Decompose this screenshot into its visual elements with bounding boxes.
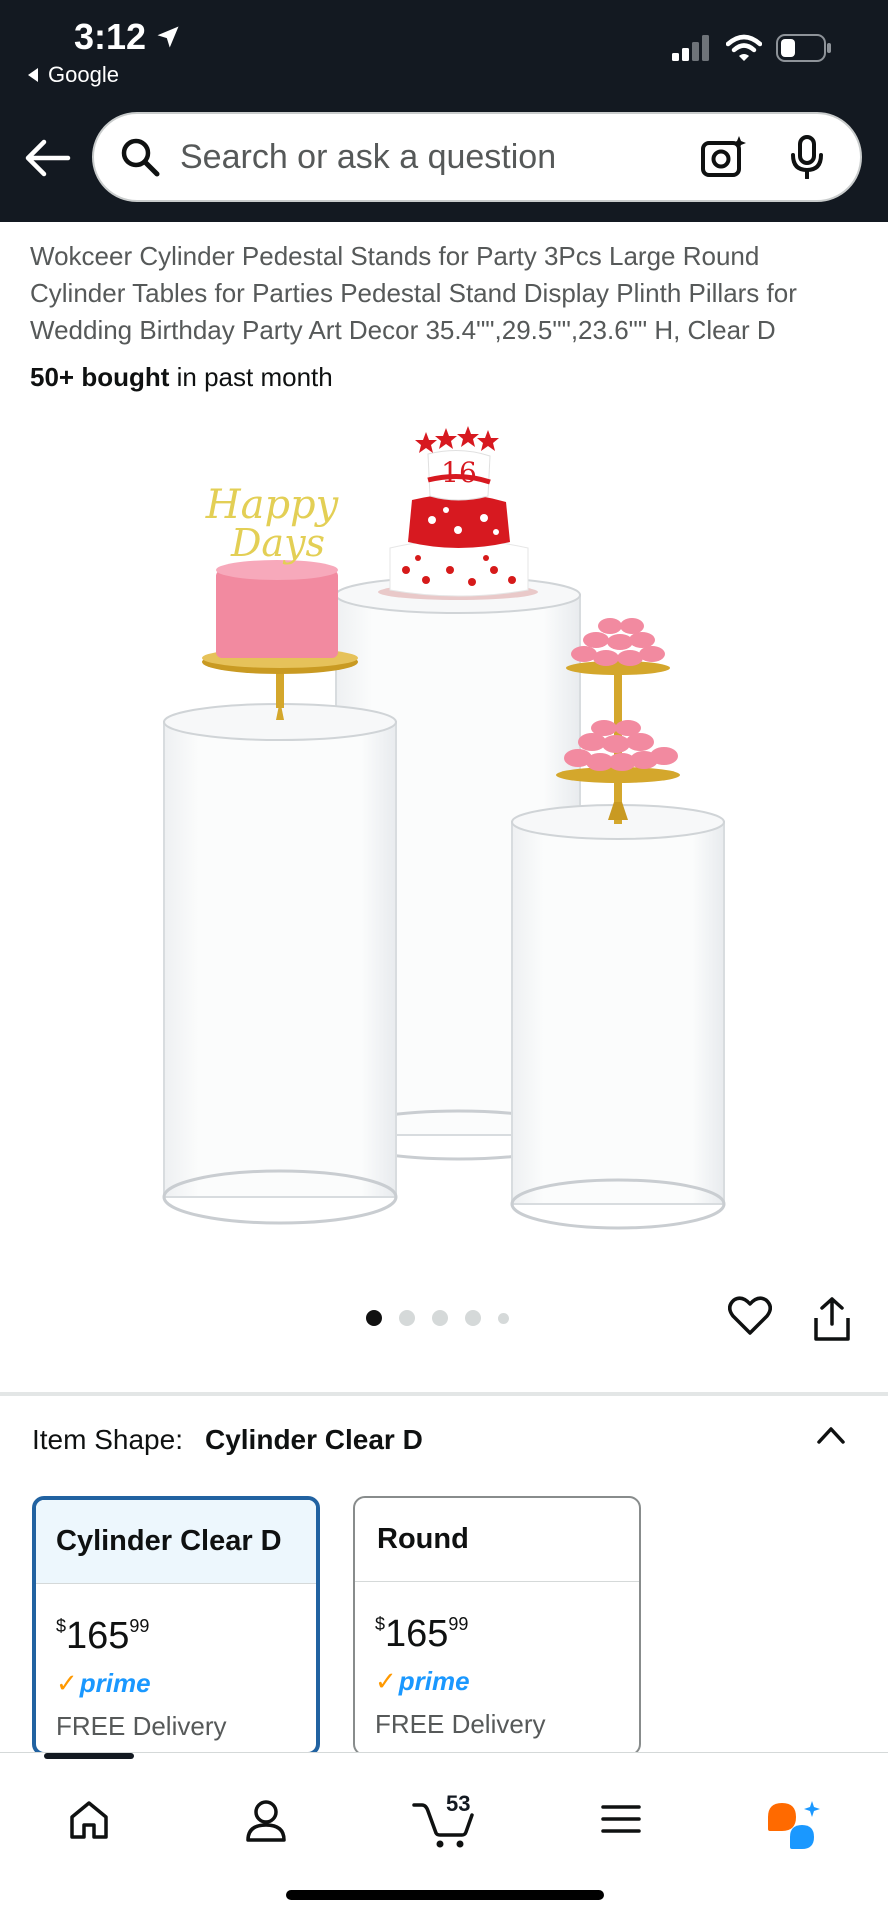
time-text: 3:12 [74, 16, 147, 57]
nav-menu[interactable] [600, 1799, 642, 1844]
svg-text:Days: Days [230, 521, 325, 565]
location-arrow-icon [157, 26, 179, 48]
option-name: Cylinder Clear D [36, 1500, 316, 1584]
prime-badge: ✓ prime [375, 1666, 639, 1697]
prime-check-icon: ✓ [56, 1668, 78, 1698]
prime-badge: ✓ prime [56, 1668, 316, 1699]
prime-check-icon: ✓ [375, 1666, 397, 1696]
birthday-cake: 16 [378, 426, 538, 600]
home-icon [70, 1801, 108, 1839]
account-icon [246, 1800, 286, 1842]
price-symbol: $ [375, 1614, 386, 1634]
chevron-up-icon[interactable] [816, 1424, 846, 1446]
price-whole: 165 [66, 1615, 130, 1657]
delivery-text: FREE Delivery [375, 1709, 546, 1739]
bought-count-bold: 50+ bought [30, 362, 170, 392]
rufus-icon [768, 1801, 820, 1849]
pagination-dot[interactable] [432, 1310, 448, 1326]
camera-sparkle-icon[interactable] [700, 135, 746, 179]
active-tab-indicator [44, 1753, 134, 1759]
option-name: Round [355, 1498, 639, 1582]
option-price: $16599 [375, 1604, 639, 1654]
option-card-cylinder-clear-d[interactable]: Cylinder Clear D $16599 ✓ prime FREE Deli… [32, 1496, 320, 1756]
product-title[interactable]: Wokceer Cylinder Pedestal Stands for Par… [30, 238, 860, 349]
search-bar[interactable]: Search or ask a question [92, 112, 862, 202]
nav-rufus[interactable] [766, 1799, 824, 1856]
pagination-dot[interactable] [465, 1310, 481, 1326]
back-app-label: Google [48, 62, 119, 87]
share-icon[interactable] [812, 1296, 852, 1342]
back-to-app-link[interactable]: Google [26, 62, 119, 88]
menu-icon [601, 1805, 641, 1833]
status-time: 3:12 [74, 16, 182, 58]
cart-count: 53 [446, 1791, 471, 1816]
search-input[interactable]: Search or ask a question [180, 138, 700, 177]
option-card-round[interactable]: Round $16599 ✓ prime FREE Delivery [353, 1496, 641, 1756]
price-fraction: 99 [129, 1616, 150, 1636]
delivery-text: FREE Delivery [56, 1711, 227, 1741]
nav-home[interactable] [68, 1799, 110, 1846]
image-pagination[interactable] [366, 1310, 509, 1326]
back-arrow-icon[interactable] [22, 136, 72, 180]
bought-count-rest: in past month [169, 362, 333, 392]
home-indicator [286, 1890, 604, 1900]
item-shape-value: Cylinder Clear D [204, 1424, 423, 1455]
microphone-icon[interactable] [790, 135, 824, 179]
right-cylinder [510, 804, 726, 1230]
section-divider [0, 1392, 888, 1396]
search-icon [121, 138, 160, 177]
prime-label: prime [79, 1668, 151, 1698]
pagination-dot[interactable] [366, 1310, 382, 1326]
pink-cake: Happy Days [202, 482, 358, 720]
heart-icon[interactable] [728, 1296, 772, 1336]
nav-account[interactable] [245, 1799, 287, 1848]
price-symbol: $ [56, 1616, 67, 1636]
back-triangle-icon [28, 68, 38, 82]
bought-count: 50+ bought in past month [30, 362, 333, 393]
signal-icon [672, 35, 709, 61]
left-cylinder [162, 703, 398, 1225]
app-header: 3:12 Google Search or ask a question [0, 0, 888, 222]
pagination-dot[interactable] [498, 1312, 509, 1324]
prime-label: prime [398, 1666, 470, 1696]
item-shape-label: Item Shape: [32, 1424, 183, 1455]
wifi-icon [726, 34, 762, 61]
status-icons [672, 34, 832, 62]
battery-icon [776, 34, 831, 62]
pagination-dot[interactable] [399, 1310, 415, 1326]
product-image[interactable]: Happy Days 16 [150, 420, 740, 1230]
option-price: $16599 [56, 1606, 316, 1656]
price-whole: 165 [385, 1613, 449, 1655]
nav-cart[interactable]: 53 [412, 1791, 474, 1854]
item-shape-row[interactable]: Item Shape: Cylinder Clear D [32, 1424, 423, 1456]
price-fraction: 99 [448, 1614, 469, 1634]
cake-number-text: 16 [441, 456, 477, 489]
